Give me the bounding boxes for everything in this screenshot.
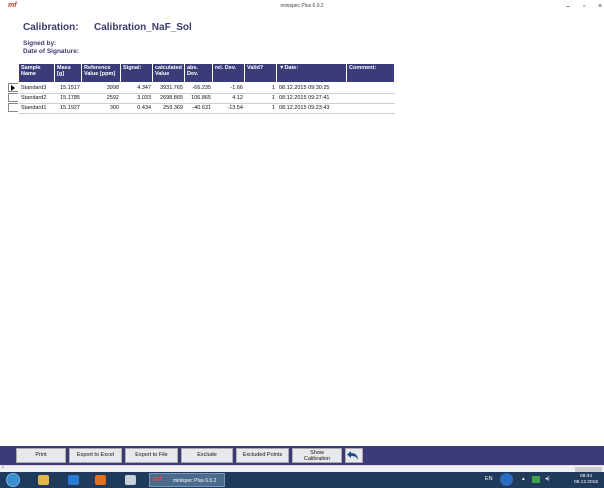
column-header-comment[interactable]: Comment:: [347, 64, 395, 82]
calibration-name: Calibration_NaF_Sol: [94, 22, 192, 33]
cell-rel-dev: -1.66: [230, 85, 243, 91]
export-to-excel-button[interactable]: Export to Excel: [69, 448, 122, 463]
clock-date: 08.12.2015: [574, 480, 599, 485]
cell-sample-name: Standard1: [21, 105, 47, 111]
column-header-mass[interactable]: Mass [g]: [55, 64, 82, 82]
column-header-abs-dev[interactable]: abs. Dev.: [185, 64, 213, 82]
column-header-rel-dev[interactable]: rel. Dev.: [213, 64, 245, 82]
restore-button[interactable]: ▫: [583, 3, 585, 10]
column-header-date[interactable]: ▼Date:: [277, 64, 347, 82]
cell-abs-dev: -66.235: [192, 85, 211, 91]
scroll-left-icon[interactable]: ‹: [2, 465, 4, 471]
cell-signal: 3.033: [137, 95, 151, 101]
app-window: mf minispec Plus 6.0.2 – ▫ × Calibration…: [0, 0, 604, 488]
window-title: minispec Plus 6.0.2: [280, 3, 324, 9]
language-indicator[interactable]: EN: [485, 476, 493, 482]
horizontal-scrollbar[interactable]: ‹: [0, 465, 604, 472]
cell-calculated-value: 3931.765: [160, 85, 183, 91]
volume-icon[interactable]: ◂): [545, 476, 550, 482]
table-row[interactable]: Standard3 15.1517 3998 4.347 3931.765 -6…: [19, 84, 395, 93]
cell-sample-name: Standard2: [21, 95, 47, 101]
cell-valid: 1: [271, 95, 275, 101]
column-header-sample-name[interactable]: Sample Name: [19, 64, 55, 82]
cell-date: 08.12.2015 09:30:25: [279, 85, 330, 91]
print-button[interactable]: Print: [16, 448, 66, 463]
help-icon[interactable]: [500, 473, 513, 486]
cell-sample-name: Standard3: [21, 85, 47, 91]
cell-mass: 15.1927: [60, 105, 80, 111]
row-selector[interactable]: [8, 83, 18, 92]
date-of-signature-label: Date of Signature:: [23, 48, 79, 55]
column-header-valid[interactable]: Valid?: [245, 64, 277, 82]
row-selector[interactable]: [8, 93, 18, 102]
start-button-icon[interactable]: [6, 473, 20, 487]
minimize-button[interactable]: –: [566, 3, 570, 10]
undo-button[interactable]: [345, 448, 363, 463]
cell-abs-dev: -40.631: [192, 105, 211, 111]
calculator-icon[interactable]: [125, 475, 136, 485]
cell-comment: [347, 104, 395, 113]
cell-comment: [347, 84, 395, 93]
show-calibration-button[interactable]: Show Calibration: [292, 448, 342, 463]
excluded-points-button[interactable]: Excluded Points: [236, 448, 289, 463]
cell-reference-value: 300: [109, 105, 119, 111]
cell-mass: 15.1517: [60, 85, 80, 91]
cell-date: 08.12.2015 09:27:41: [279, 95, 330, 101]
signed-by-label: Signed by:: [23, 40, 57, 47]
title-bar: mf minispec Plus 6.0.2 – ▫ ×: [0, 0, 604, 14]
current-row-arrow-icon: [11, 85, 15, 91]
cell-rel-dev: 4.12: [232, 95, 243, 101]
column-header-signal[interactable]: Signal:: [121, 64, 153, 82]
row-divider: [19, 103, 395, 104]
cell-signal: 4.347: [137, 85, 151, 91]
table-row[interactable]: Standard1 15.1927 300 0.434 259.369 -40.…: [19, 104, 395, 113]
cell-reference-value: 2592: [106, 95, 119, 101]
internet-explorer-icon[interactable]: [68, 475, 79, 485]
row-divider: [19, 113, 395, 114]
media-player-icon[interactable]: [95, 475, 106, 485]
column-header-calculated-value[interactable]: calculated Value: [153, 64, 185, 82]
column-header-reference-value[interactable]: Reference Value [ppm]: [82, 64, 121, 82]
table-row[interactable]: Standard2 15.1785 2592 3.033 2698.865 10…: [19, 94, 395, 103]
undo-arrow-icon: [347, 451, 358, 460]
cell-signal: 0.434: [137, 105, 151, 111]
cell-abs-dev: 106.865: [191, 95, 211, 101]
show-calibration-line2: Calibration: [303, 456, 331, 462]
network-icon[interactable]: [532, 476, 540, 483]
cell-valid: 1: [271, 85, 275, 91]
cell-calculated-value: 259.369: [163, 105, 183, 111]
row-selector[interactable]: [8, 103, 18, 112]
minispec-logo-icon: mf: [153, 476, 162, 483]
cell-valid: 1: [271, 105, 275, 111]
calibration-label: Calibration:: [23, 22, 79, 33]
close-button[interactable]: ×: [598, 3, 602, 10]
file-explorer-icon[interactable]: [38, 475, 49, 485]
cell-comment: [347, 94, 395, 103]
tray-expand-icon[interactable]: ▴: [522, 476, 525, 482]
taskbar-app-minispec[interactable]: mf minispec Plus 6.0.2: [149, 473, 225, 487]
row-divider: [19, 93, 395, 94]
export-to-file-button[interactable]: Export to File: [125, 448, 178, 463]
exclude-button[interactable]: Exclude: [181, 448, 233, 463]
system-clock[interactable]: 09:34 08.12.2015: [574, 474, 598, 486]
cell-rel-dev: -13.54: [227, 105, 243, 111]
cell-mass: 15.1785: [60, 95, 80, 101]
taskbar-app-label: minispec Plus 6.0.2: [173, 478, 217, 484]
cell-reference-value: 3998: [106, 85, 119, 91]
bottom-toolbar: Print Export to Excel Export to File Exc…: [0, 446, 604, 465]
windows-taskbar: mf minispec Plus 6.0.2 EN ▴ ◂) 09:34 08.…: [0, 472, 604, 488]
cell-calculated-value: 2698.865: [160, 95, 183, 101]
cell-date: 08.12.2015 09:23:43: [279, 105, 330, 111]
